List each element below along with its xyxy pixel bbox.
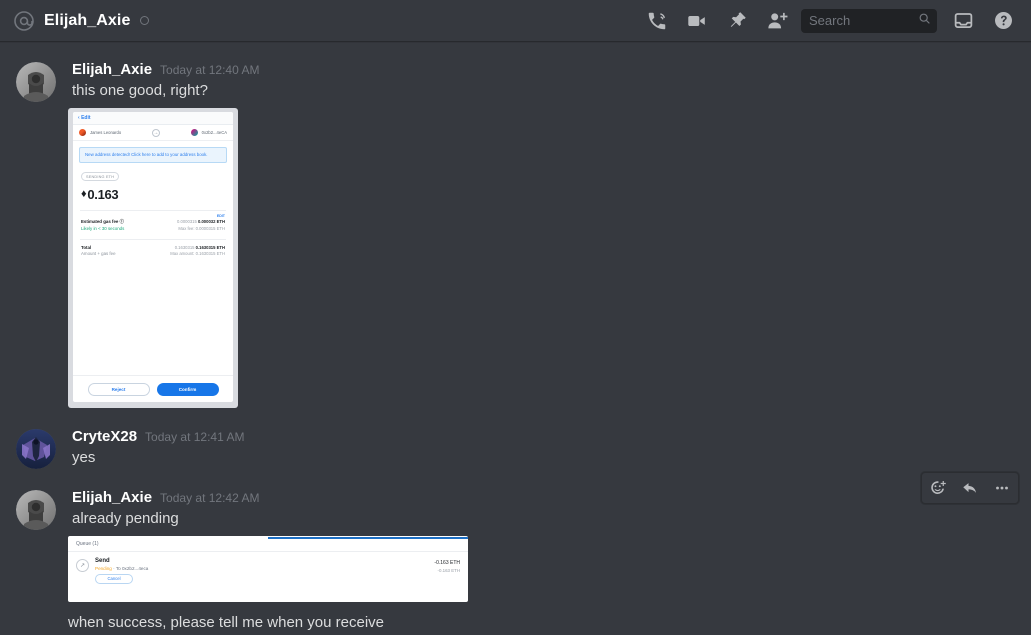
tx-status-pending: Pending	[95, 565, 112, 571]
gas-fee-value: 0.0000315 0.000032 ETH	[177, 218, 225, 224]
attachment-metamask-confirm[interactable]: ‹ Edit James Leonardo → 0x2b2...4eCA New…	[68, 108, 238, 408]
add-reaction-icon[interactable]	[922, 473, 954, 503]
sender-name: James Leonardo	[90, 130, 122, 135]
header-actions: Search	[637, 6, 1023, 36]
cancel-button[interactable]: Cancel	[95, 573, 133, 584]
pinned-messages-icon[interactable]	[717, 6, 757, 36]
recipient-address: 0x2b2...4eCA	[201, 130, 228, 135]
confirm-button[interactable]: Confirm	[156, 383, 219, 396]
message-elijah-1: Elijah_Axie Today at 12:40 AM this one g…	[0, 58, 1031, 408]
new-address-banner[interactable]: New address detected! Click here to add …	[79, 147, 227, 163]
metamask-address-row: James Leonardo → 0x2b2...4eCA	[73, 125, 233, 141]
tx-progress-bar	[268, 537, 468, 539]
gas-max-fee: Max fee: 0.0000315 ETH	[178, 225, 225, 231]
tx-value-primary: -0.163 ETH	[434, 560, 460, 566]
gas-fee-sub-row: Likely in < 30 seconds Max fee: 0.000031…	[73, 225, 233, 231]
reject-button[interactable]: Reject	[87, 383, 150, 396]
dm-title: Elijah_Axie	[44, 11, 131, 29]
tx-value-secondary: -0.163 ETH	[437, 568, 460, 573]
sender-avatar-icon	[79, 129, 86, 136]
avatar[interactable]	[16, 490, 56, 530]
message-actions-toolbar	[921, 472, 1019, 504]
more-options-icon[interactable]	[986, 473, 1018, 503]
send-amount-value: 0.163	[87, 186, 119, 202]
search-input[interactable]: Search	[801, 8, 937, 33]
message-text: yes	[72, 449, 96, 466]
send-arrow-icon: ↗	[76, 559, 89, 572]
transfer-arrow-icon: →	[151, 128, 160, 137]
message-timestamp: Today at 12:41 AM	[145, 430, 245, 444]
send-amount: ♦ 0.163	[81, 187, 233, 202]
message-timestamp: Today at 12:40 AM	[160, 63, 260, 77]
gas-fee-row: Estimated gas fee ⓘ 0.0000315 0.000032 E…	[73, 218, 233, 225]
message-text: already pending	[72, 510, 179, 527]
avatar[interactable]	[16, 62, 56, 102]
tx-status-recipient: · To 0x2b2...4eca	[111, 565, 149, 571]
recipient-avatar-icon	[190, 129, 198, 136]
edit-gas-link[interactable]: EDIT	[73, 211, 233, 218]
inbox-icon[interactable]	[943, 6, 983, 36]
tx-title: Send	[95, 558, 110, 564]
dm-header: Elijah_Axie Search	[0, 0, 1031, 41]
message-author[interactable]: CryteX28	[72, 427, 137, 447]
metamask-actions: Reject Confirm	[73, 375, 233, 402]
eth-glyph-icon: ♦	[81, 188, 87, 200]
message-author[interactable]: Elijah_Axie	[72, 488, 152, 508]
metamask-back-label: ‹ Edit	[78, 115, 91, 121]
help-icon[interactable]	[983, 6, 1023, 36]
video-call-icon[interactable]	[677, 6, 717, 36]
start-call-icon[interactable]	[637, 6, 677, 36]
avatar[interactable]	[16, 429, 56, 469]
sending-label: SENDING ETH	[81, 172, 120, 181]
gas-fee-speed: Likely in < 30 seconds	[81, 225, 125, 231]
message-crytex-1: CryteX28 Today at 12:41 AM yes	[0, 425, 1031, 469]
message-list[interactable]: Elijah_Axie Today at 12:40 AM this one g…	[0, 41, 1031, 635]
message-author[interactable]: Elijah_Axie	[72, 60, 152, 80]
attachment-metamask-queue[interactable]: Queue (1) ↗ Send Pending · To 0x2b2...4e…	[68, 536, 468, 602]
message-text: this one good, right?	[72, 82, 208, 99]
search-placeholder: Search	[809, 13, 851, 28]
search-icon	[918, 12, 931, 30]
message-text-trailing: when success, please tell me when you re…	[68, 614, 384, 631]
message-elijah-2: Elijah_Axie Today at 12:42 AM already pe…	[0, 472, 1031, 633]
status-indicator	[140, 16, 150, 25]
metamask-back-bar[interactable]: ‹ Edit	[73, 112, 233, 125]
total-row: Total 0.1630315 0.1630315 ETH	[73, 240, 233, 250]
at-icon	[12, 9, 36, 33]
message-timestamp: Today at 12:42 AM	[160, 491, 260, 505]
tx-status: Pending · To 0x2b2...4eca	[95, 566, 434, 571]
reply-icon[interactable]	[954, 473, 986, 503]
add-friends-icon[interactable]	[757, 6, 797, 36]
